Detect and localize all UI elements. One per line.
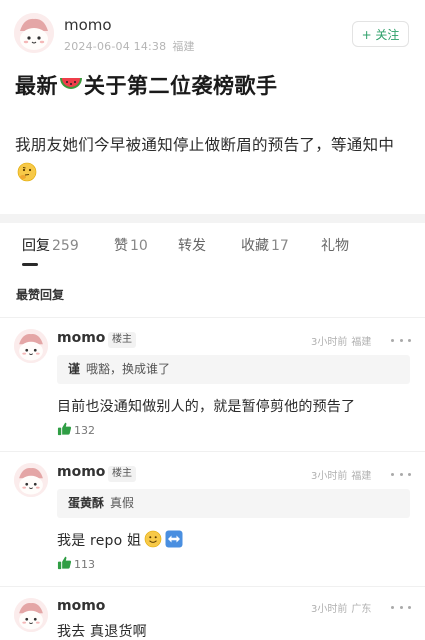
tab-count: 259: [52, 238, 79, 254]
comment-location: 福建: [351, 471, 372, 482]
watermelon-icon: [59, 74, 83, 101]
interaction-tabs: 回复 259 赞 10 转发 收藏 17 礼物: [0, 235, 425, 266]
comment-text: 目前也没通知做别人的，就是暂停剪他的预告了: [57, 399, 356, 415]
left-right-arrow-icon: [165, 530, 183, 552]
comment-location: 福建: [351, 337, 372, 348]
smiling-face-icon: [144, 530, 162, 552]
cartoon-avatar-icon: [14, 463, 48, 497]
cartoon-avatar-icon: [14, 598, 48, 632]
tab-gifts[interactable]: 礼物: [321, 235, 349, 255]
quoted-author: 谨: [68, 362, 81, 376]
cartoon-avatar-icon: [14, 329, 48, 363]
tab-replies[interactable]: 回复 259: [22, 235, 79, 255]
active-tab-indicator: [22, 263, 38, 266]
quoted-text: 真假: [110, 496, 135, 510]
thumbs-up-icon: [57, 421, 72, 440]
comment-divider: [0, 451, 425, 452]
comment-text: 我是 repo 姐: [57, 533, 142, 549]
quoted-text: 哦豁，换成谁了: [86, 362, 171, 376]
tab-label: 回复: [22, 238, 50, 254]
author-name[interactable]: momo: [64, 16, 112, 34]
cartoon-avatar-icon: [14, 13, 54, 53]
avatar[interactable]: [14, 598, 48, 632]
post-location: 福建: [172, 40, 195, 53]
post-title: 最新 关于第二位袭榜歌手: [15, 70, 278, 101]
quoted-reply[interactable]: 谨哦豁，换成谁了: [57, 355, 410, 384]
thinking-face-icon: [17, 162, 37, 191]
comment-meta: 3小时前 福建: [311, 467, 371, 482]
top-replies-heading: 最赞回复: [16, 288, 65, 302]
follow-button[interactable]: + 关注: [352, 21, 409, 47]
tab-likes[interactable]: 赞 10: [114, 235, 148, 255]
post-body-text: 我朋友她们今早被通知停止做断眉的预告了，等通知中: [15, 136, 395, 154]
comment-time: 3小时前: [311, 337, 348, 348]
op-badge: 楼主: [108, 332, 136, 348]
avatar[interactable]: [14, 13, 54, 53]
op-badge: 楼主: [108, 466, 136, 482]
quoted-author: 蛋黄酥: [68, 496, 105, 510]
tab-label: 赞: [114, 238, 128, 254]
section-divider: [0, 214, 425, 223]
post-title-main: 关于第二位袭榜歌手: [84, 74, 278, 98]
like-count: 113: [74, 557, 95, 571]
comment-location: 广东: [351, 604, 372, 615]
comment-time: 3小时前: [311, 471, 348, 482]
comment-divider: [0, 586, 425, 587]
tab-reposts[interactable]: 转发: [178, 235, 206, 255]
comment-text-row: 我是 repo 姐: [57, 530, 183, 552]
like-count: 132: [74, 423, 95, 437]
tab-label: 转发: [178, 238, 206, 254]
tab-favorites[interactable]: 收藏 17: [241, 235, 289, 255]
comment-author[interactable]: momo: [57, 330, 105, 346]
tab-label: 礼物: [321, 238, 349, 254]
more-options-icon[interactable]: [391, 468, 411, 480]
post-title-prefix: 最新: [15, 74, 58, 98]
tab-count: 17: [271, 238, 289, 254]
comment-time: 3小时前: [311, 604, 348, 615]
like-button[interactable]: 132: [57, 422, 95, 438]
comment-meta: 3小时前 广东: [311, 600, 371, 615]
post-date: 2024-06-04 14:38: [64, 40, 167, 53]
more-options-icon[interactable]: [391, 334, 411, 346]
quoted-reply[interactable]: 蛋黄酥 真假: [57, 489, 410, 518]
tab-label: 收藏: [241, 238, 269, 254]
comment-divider: [0, 317, 425, 318]
avatar[interactable]: [14, 463, 48, 497]
more-options-icon[interactable]: [391, 601, 411, 613]
comment-author[interactable]: momo: [57, 464, 105, 480]
tab-count: 10: [130, 238, 148, 254]
comment-meta: 3小时前 福建: [311, 333, 371, 348]
comment-author[interactable]: momo: [57, 598, 105, 614]
like-button[interactable]: 113: [57, 556, 95, 572]
post-meta: 2024-06-04 14:38 福建: [64, 38, 195, 54]
comment-text: 我去 真退货啊: [57, 624, 147, 640]
avatar[interactable]: [14, 329, 48, 363]
post-body: 我朋友她们今早被通知停止做断眉的预告了，等通知中: [15, 131, 410, 191]
thumbs-up-icon: [57, 555, 72, 574]
